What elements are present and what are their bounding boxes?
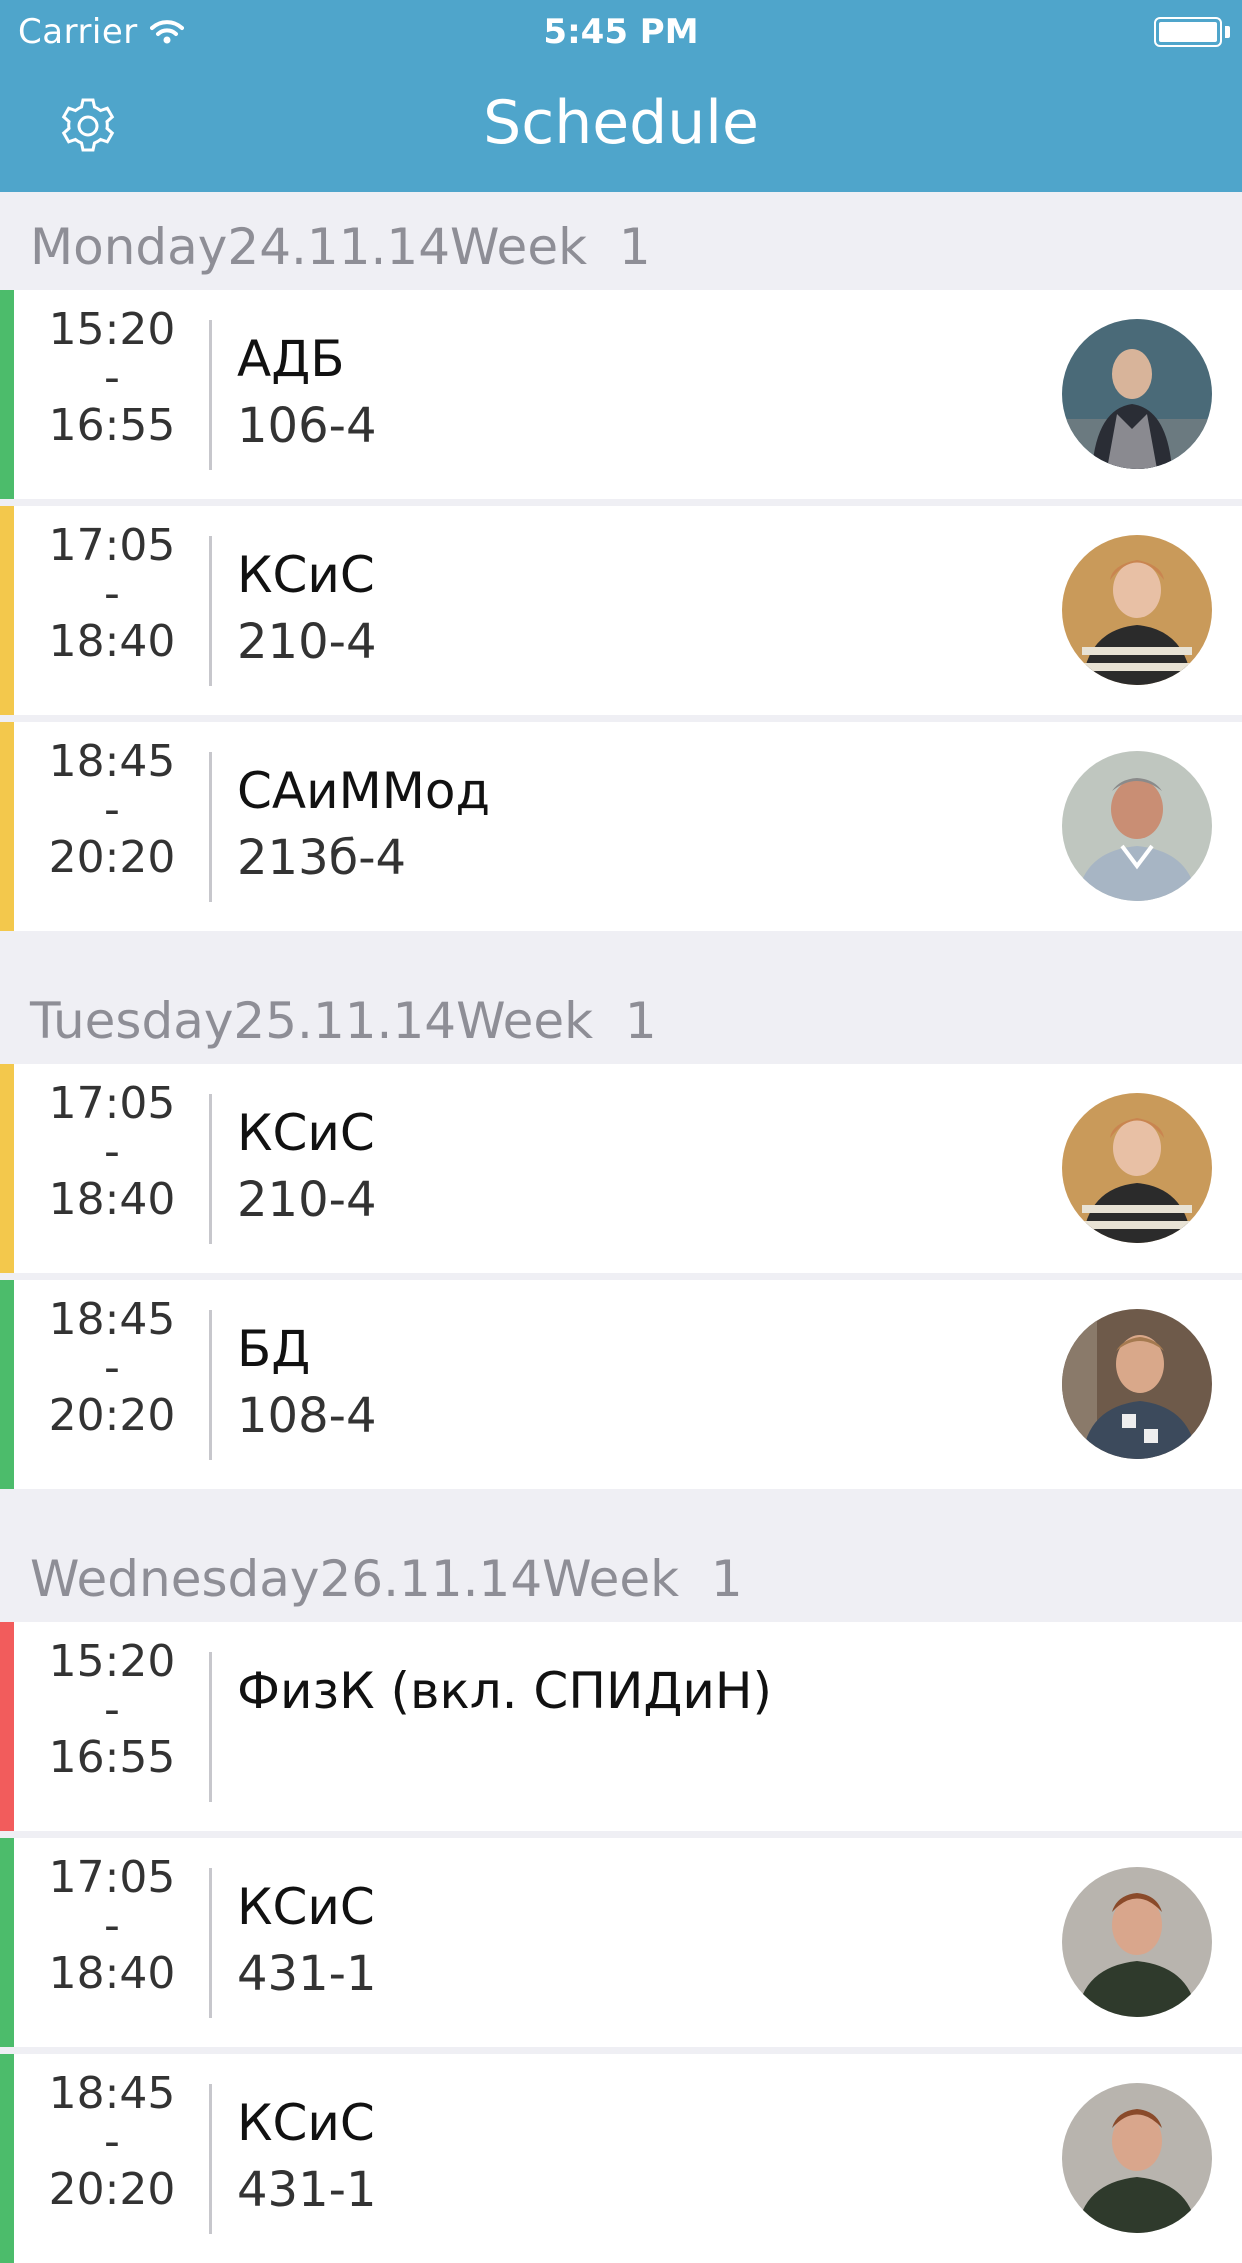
lesson-time-separator: -: [104, 1342, 120, 1393]
lesson-time: 15:20 - 16:55: [14, 1638, 210, 1782]
day-week: Week 1: [542, 1550, 743, 1608]
divider: [209, 1310, 212, 1460]
lesson-start-time: 18:45: [48, 2068, 176, 2119]
lesson-time: 17:05 - 18:40: [14, 1854, 210, 1998]
lesson-time: 17:05 - 18:40: [14, 1080, 210, 1224]
lesson-end-time: 20:20: [48, 2164, 176, 2215]
lesson-subject: КСиС: [237, 546, 375, 604]
lesson-row[interactable]: 15:20 - 16:55 АДБ 106-4: [0, 290, 1242, 499]
lesson-start-time: 17:05: [48, 1852, 176, 1903]
day-date: 26.11.14: [319, 1550, 543, 1608]
lesson-row[interactable]: 18:45 - 20:20 КСиС 431-1: [0, 2054, 1242, 2263]
lesson-type-stripe: [0, 1622, 14, 1831]
lesson-start-time: 18:45: [48, 736, 176, 787]
teacher-avatar[interactable]: [1062, 1093, 1212, 1243]
divider: [209, 536, 212, 686]
page-title: Schedule: [483, 88, 759, 158]
divider: [209, 752, 212, 902]
lesson-time: 17:05 - 18:40: [14, 522, 210, 666]
teacher-avatar[interactable]: [1062, 535, 1212, 685]
battery-cap: [1225, 26, 1230, 38]
lesson-time: 18:45 - 20:20: [14, 738, 210, 882]
lesson-time-separator: -: [104, 784, 120, 835]
lesson-room: 106-4: [237, 398, 377, 454]
lesson-subject: САиММод: [237, 762, 491, 820]
day-header-monday: Monday 24.11.14 Week 1: [0, 192, 1242, 290]
lesson-room: 210-4: [237, 614, 377, 670]
day-name: Wednesday: [30, 1550, 320, 1608]
divider: [209, 1094, 212, 1244]
lesson-type-stripe: [0, 1064, 14, 1273]
divider: [209, 1652, 212, 1802]
lesson-subject: БД: [237, 1320, 311, 1378]
lesson-time-separator: -: [104, 1684, 120, 1735]
schedule-list[interactable]: Monday 24.11.14 Week 1 15:20 - 16:55 АДБ…: [0, 192, 1242, 2263]
status-time: 5:45 PM: [543, 12, 699, 52]
lesson-row[interactable]: 17:05 - 18:40 КСиС 210-4: [0, 506, 1242, 715]
divider: [209, 320, 212, 470]
teacher-avatar[interactable]: [1062, 1867, 1212, 2017]
lesson-time-separator: -: [104, 2116, 120, 2167]
day-header-wednesday: Wednesday 26.11.14 Week 1: [0, 1496, 1242, 1622]
lesson-subject: КСиС: [237, 1878, 375, 1936]
lesson-room: 431-1: [237, 2162, 377, 2218]
lesson-room: 210-4: [237, 1172, 377, 1228]
lesson-start-time: 17:05: [48, 520, 176, 571]
lesson-room: 431-1: [237, 1946, 377, 2002]
divider: [209, 2084, 212, 2234]
lesson-end-time: 20:20: [48, 1390, 176, 1441]
teacher-avatar[interactable]: [1062, 1309, 1212, 1459]
lesson-type-stripe: [0, 1838, 14, 2047]
lesson-type-stripe: [0, 506, 14, 715]
lesson-end-time: 16:55: [48, 1732, 176, 1783]
lesson-start-time: 15:20: [48, 304, 176, 355]
divider: [209, 1868, 212, 2018]
lesson-room: 213б-4: [237, 830, 407, 886]
lesson-start-time: 15:20: [48, 1636, 176, 1687]
lesson-row[interactable]: 15:20 - 16:55 ФизК (вкл. СПИДиН): [0, 1622, 1242, 1831]
lesson-type-stripe: [0, 722, 14, 931]
day-date: 24.11.14: [227, 218, 451, 276]
lesson-end-time: 18:40: [48, 1174, 176, 1225]
day-week: Week 1: [450, 218, 651, 276]
day-header-tuesday: Tuesday 25.11.14 Week 1: [0, 938, 1242, 1064]
lesson-subject: КСиС: [237, 2094, 375, 2152]
lesson-time-separator: -: [104, 568, 120, 619]
lesson-subject: АДБ: [237, 330, 345, 388]
teacher-avatar[interactable]: [1062, 2083, 1212, 2233]
lesson-end-time: 16:55: [48, 400, 176, 451]
lesson-type-stripe: [0, 1280, 14, 1489]
lesson-end-time: 18:40: [48, 1948, 176, 1999]
lesson-start-time: 17:05: [48, 1078, 176, 1129]
day-week: Week 1: [456, 992, 657, 1050]
lesson-row[interactable]: 17:05 - 18:40 КСиС 210-4: [0, 1064, 1242, 1273]
lesson-row[interactable]: 18:45 - 20:20 САиММод 213б-4: [0, 722, 1242, 931]
lesson-time-separator: -: [104, 1900, 120, 1951]
lesson-room: 108-4: [237, 1388, 377, 1444]
teacher-avatar[interactable]: [1062, 319, 1212, 469]
battery-icon: [1154, 17, 1222, 47]
lesson-time: 18:45 - 20:20: [14, 2070, 210, 2214]
lesson-row[interactable]: 17:05 - 18:40 КСиС 431-1: [0, 1838, 1242, 2047]
lesson-time-separator: -: [104, 1126, 120, 1177]
lesson-end-time: 20:20: [48, 832, 176, 883]
day-name: Monday: [30, 218, 228, 276]
lesson-row[interactable]: 18:45 - 20:20 БД 108-4: [0, 1280, 1242, 1489]
lesson-subject: ФизК (вкл. СПИДиН): [237, 1662, 773, 1720]
lesson-subject: КСиС: [237, 1104, 375, 1162]
teacher-avatar[interactable]: [1062, 751, 1212, 901]
lesson-type-stripe: [0, 2054, 14, 2263]
lesson-end-time: 18:40: [48, 616, 176, 667]
navigation-bar: Carrier 5:45 PM Schedule: [0, 0, 1242, 192]
lesson-time: 15:20 - 16:55: [14, 306, 210, 450]
lesson-time-separator: -: [104, 352, 120, 403]
day-name: Tuesday: [30, 992, 234, 1050]
lesson-start-time: 18:45: [48, 1294, 176, 1345]
day-date: 25.11.14: [233, 992, 457, 1050]
lesson-time: 18:45 - 20:20: [14, 1296, 210, 1440]
lesson-type-stripe: [0, 290, 14, 499]
